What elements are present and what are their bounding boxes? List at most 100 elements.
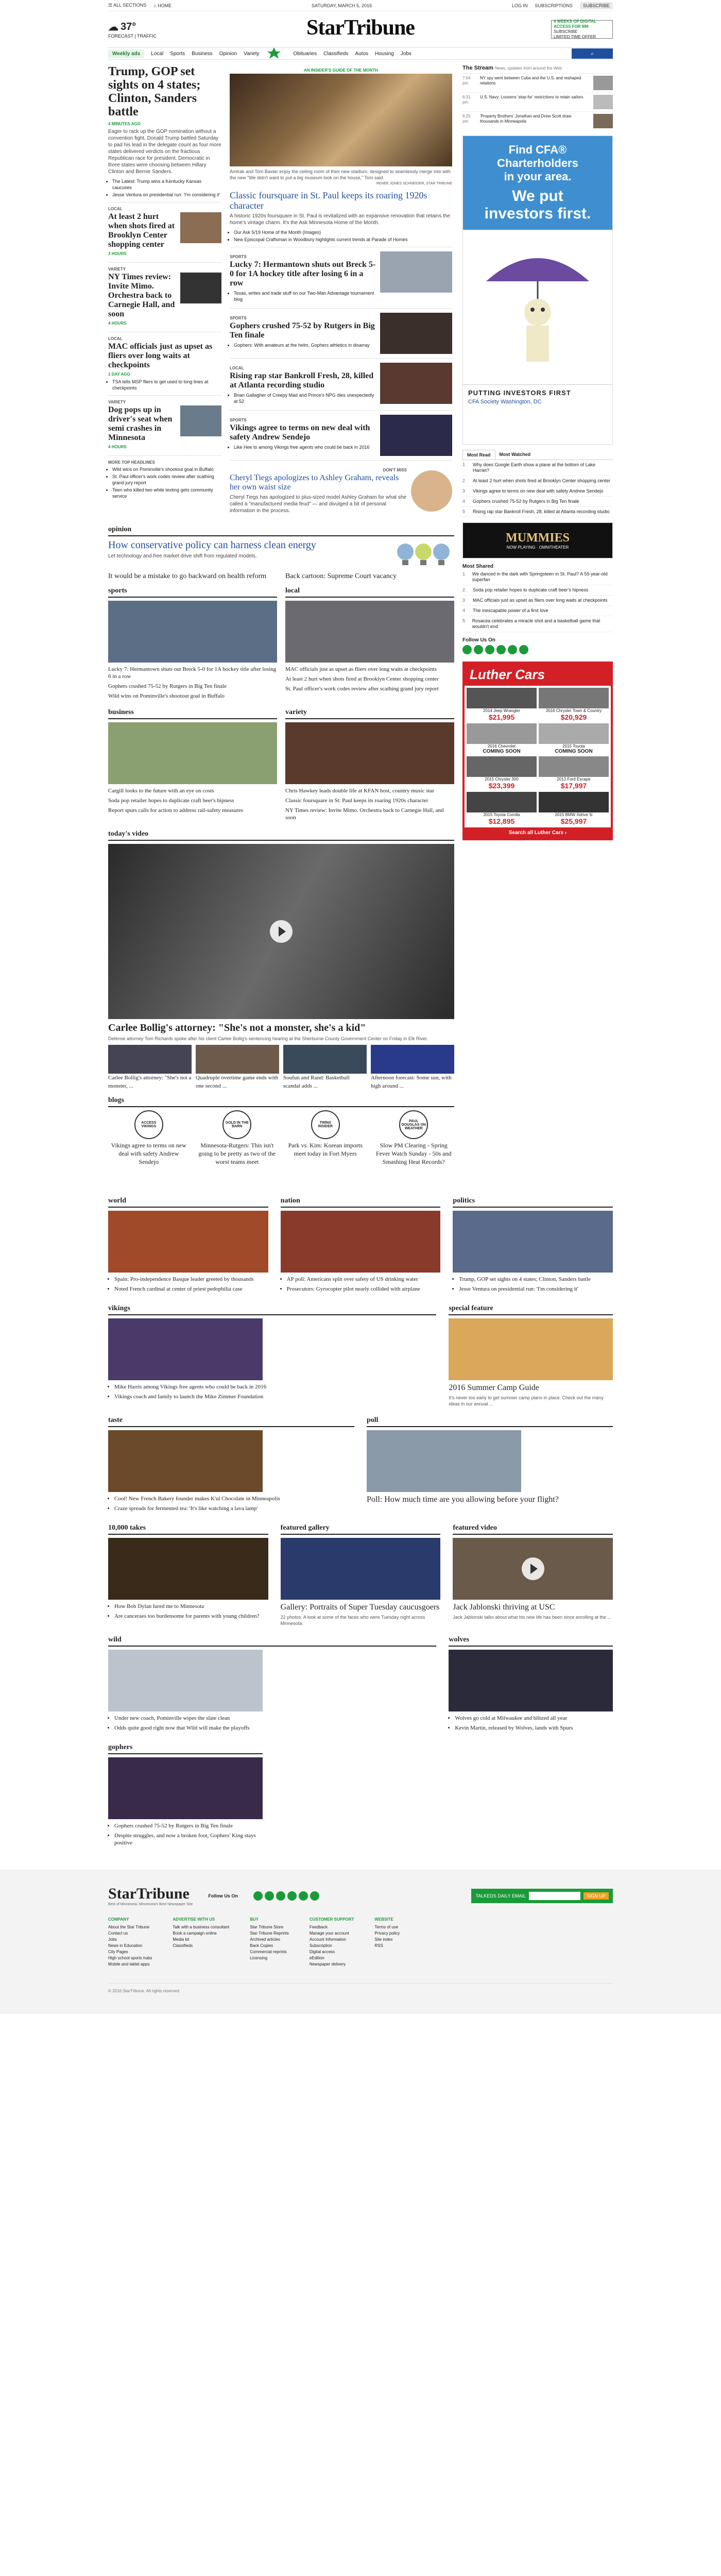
facebook-icon[interactable] [462, 645, 472, 654]
email-icon[interactable] [310, 1891, 319, 1901]
story-image[interactable] [380, 313, 452, 354]
blog-post[interactable]: Slow PM Clearing - Spring Fever Watch Su… [373, 1141, 455, 1166]
opinion-headline[interactable]: How conservative policy can harness clea… [108, 539, 388, 551]
car-card[interactable]: 2016 Chevrolet COMING SOON [467, 723, 537, 754]
stream-item[interactable]: 6:25 pm 'Property Brothers' Jonathan and … [462, 111, 613, 130]
footer-link[interactable]: Classifieds [173, 1943, 229, 1949]
section-variety-title[interactable]: variety [285, 708, 454, 719]
story-link[interactable]: Gophers: With amateurs at the helm, Goph… [234, 342, 376, 348]
section-story[interactable]: Noted French cardinal at center of pries… [114, 1285, 268, 1293]
section-story[interactable]: MAC officials just as upset as fliers ov… [285, 666, 454, 673]
lead-link[interactable]: Jesse Ventura on presidential run: 'I'm … [112, 192, 221, 198]
dont-miss-image[interactable] [411, 470, 452, 512]
opinion-link[interactable]: It would be a mistake to go backward on … [108, 572, 277, 581]
section-title[interactable]: poll [367, 1416, 613, 1427]
section-image[interactable] [280, 1211, 441, 1273]
section-story[interactable]: AP poll: Americans split over safety of … [287, 1276, 441, 1283]
section-title[interactable]: taste [108, 1416, 354, 1427]
subscription-promo[interactable]: 4 WEEKS OF DIGITAL ACCESS FOR 99¢ SUBSCR… [551, 19, 613, 39]
list-item[interactable]: 5 Rosacea celebrates a miracle shot and a… [462, 616, 613, 632]
lead-headline[interactable]: Trump, GOP set sights on 4 states; Clint… [108, 65, 221, 118]
section-title[interactable]: wild [108, 1636, 437, 1647]
section-image[interactable] [285, 722, 454, 784]
instagram-icon[interactable] [485, 645, 494, 654]
section-story[interactable]: Lucky 7: Hermantown shuts out Breck 5-0 … [108, 666, 277, 680]
all-sections-link[interactable]: ☰ ALL SECTIONS [108, 3, 146, 8]
pinterest-icon[interactable] [508, 645, 517, 654]
footer-link[interactable]: Manage your account [310, 1930, 354, 1937]
more-headline[interactable]: Teen who killed two while texting gets c… [112, 487, 221, 499]
video-item[interactable]: Afternoon forecast: Some sun, with high … [371, 1074, 454, 1090]
section-image[interactable] [280, 1538, 441, 1600]
section-title[interactable]: featured gallery [280, 1524, 441, 1535]
blog-post[interactable]: Minnesota-Rutgers: This isn't going to b… [197, 1141, 278, 1166]
footer-link[interactable]: About the Star Tribune [108, 1924, 152, 1930]
newsletter-signup-button[interactable]: SIGN UP [583, 1892, 609, 1900]
video-item[interactable]: Carlee Bollig's attorney: "She's not a m… [108, 1074, 192, 1090]
video-player[interactable] [108, 844, 454, 1019]
section-story[interactable]: Trump, GOP set sights on 4 states; Clint… [459, 1276, 613, 1283]
googleplus-icon[interactable] [287, 1891, 297, 1901]
weather-widget[interactable]: ☁ 37° FORECAST | TRAFFIC [108, 21, 170, 39]
footer-link[interactable]: Site index [374, 1937, 400, 1943]
section-title[interactable]: wolves [449, 1636, 613, 1647]
lead-link[interactable]: The Latest: Trump wins a Kentucky Kansas… [112, 178, 221, 191]
mummies-ad[interactable]: MUMMIES NOW PLAYING · OMNITHEATER [462, 522, 613, 558]
footer-link[interactable]: Jobs [108, 1937, 152, 1943]
list-item[interactable]: 2 At least 2 hurt when shots fired at Bro… [462, 476, 613, 486]
site-logo[interactable]: StarTribune [306, 15, 415, 40]
googleplus-icon[interactable] [496, 645, 506, 654]
footer-link[interactable]: Star Tribune Reprints [250, 1930, 289, 1937]
nav-local[interactable]: Local [151, 51, 163, 57]
section-story[interactable]: Kevin Martin, released by Wolves, lands … [455, 1724, 613, 1732]
story-headline[interactable]: MAC officials just as upset as fliers ov… [108, 342, 221, 370]
more-headline[interactable]: Wild wins on Pominville's shootout goal … [112, 466, 221, 472]
video-thumb[interactable] [108, 1045, 192, 1074]
newsletter-email-input[interactable] [528, 1891, 580, 1900]
footer-link[interactable]: Licensing [250, 1955, 289, 1961]
twitter-icon[interactable] [474, 645, 483, 654]
more-headline[interactable]: St. Paul officer's work codes review aft… [112, 473, 221, 486]
search-button[interactable]: ⌕ [572, 48, 613, 59]
section-image[interactable] [453, 1211, 613, 1273]
footer-link[interactable]: Account Information [310, 1937, 354, 1943]
list-item[interactable]: 1 We danced in the dark with Springsteen … [462, 569, 613, 585]
footer-link[interactable]: Book a campaign online [173, 1930, 229, 1937]
section-headline[interactable]: 2016 Summer Camp Guide [449, 1383, 613, 1393]
section-image[interactable] [108, 1538, 268, 1600]
section-title[interactable]: featured video [453, 1524, 613, 1535]
section-story[interactable]: Cool! New French Bakery founder makes K'… [114, 1495, 354, 1502]
footer-link[interactable]: Mobile and tablet apps [108, 1961, 152, 1968]
section-image[interactable] [108, 1430, 263, 1492]
opinion-link[interactable]: Back cartoon: Supreme Court vacancy [285, 572, 454, 581]
stream-item[interactable]: 7:04 pm NY spy went between Cuba and the … [462, 73, 613, 92]
nav-opinion[interactable]: Opinion [219, 51, 237, 57]
section-image[interactable] [285, 601, 454, 663]
car-card[interactable]: 2014 Jeep Wrangler $21,995 [467, 688, 537, 721]
nav-classifieds[interactable]: Classifieds [323, 51, 348, 57]
blog-badge[interactable]: TWINS INSIDER [311, 1110, 340, 1139]
facebook-icon[interactable] [253, 1891, 263, 1901]
car-card[interactable]: 2016 Chrysler Town & Country $20,929 [539, 688, 609, 721]
section-story[interactable]: Wild wins on Pominville's shootout goal … [108, 692, 277, 700]
footer-link[interactable]: Archived articles [250, 1937, 289, 1943]
section-headline[interactable]: Jack Jablonski thriving at USC [453, 1603, 613, 1612]
feature-image[interactable] [230, 74, 452, 166]
section-story[interactable]: Vikings coach and family to launch the M… [114, 1393, 436, 1400]
play-icon[interactable] [521, 1557, 544, 1580]
opinion-title[interactable]: opinion [108, 526, 454, 536]
story-image[interactable] [380, 251, 452, 293]
car-card[interactable]: 2015 Toyota Corolla $12,895 [467, 792, 537, 825]
section-image[interactable] [108, 722, 277, 784]
section-story[interactable]: Classic foursquare in St. Paul keeps its… [285, 797, 454, 804]
story-headline[interactable]: Rising rap star Bankroll Fresh, 28, kill… [230, 371, 376, 390]
section-title[interactable]: gophers [108, 1743, 263, 1754]
twitter-icon[interactable] [264, 1891, 274, 1901]
section-image[interactable] [108, 1211, 268, 1273]
luther-search-button[interactable]: Search all Luther Cars › [465, 827, 611, 838]
footer-link[interactable]: Commercial reprints [250, 1949, 289, 1955]
video-item[interactable]: Quadruple overtime game ends with one se… [196, 1074, 279, 1090]
list-item[interactable]: 4 Gophers crushed 75-52 by Rutgers in Big… [462, 497, 613, 507]
footer-link[interactable]: Star Tribune Store [250, 1924, 289, 1930]
section-sports-title[interactable]: sports [108, 587, 277, 598]
